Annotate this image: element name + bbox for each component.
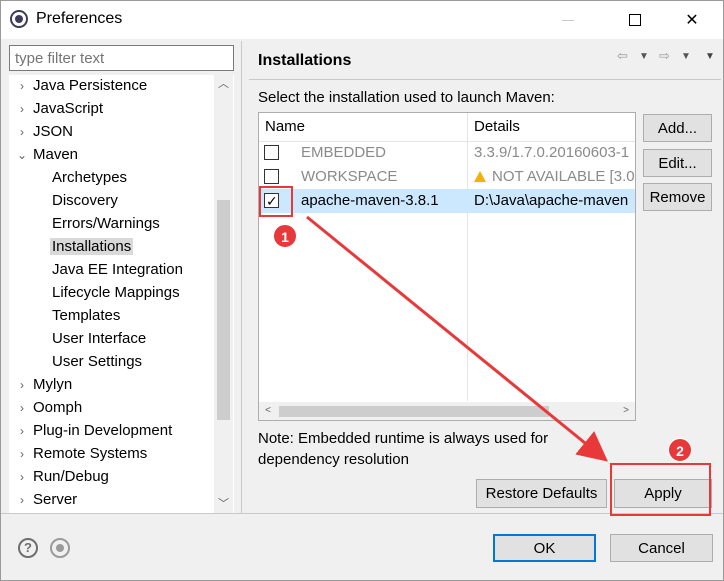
tree-item-java-ee-integration[interactable]: Java EE Integration (52, 259, 183, 281)
forward-menu-icon[interactable]: ▼ (681, 51, 691, 62)
row-checkbox[interactable] (264, 169, 279, 184)
table-row[interactable]: WORKSPACE NOT AVAILABLE [3.0 (259, 165, 635, 189)
edit-button[interactable]: Edit... (643, 149, 712, 177)
back-menu-icon[interactable]: ▼ (639, 51, 649, 62)
column-header-details[interactable]: Details (468, 113, 635, 141)
page-title: Installations (258, 52, 352, 69)
window-title: Preferences (36, 10, 123, 27)
chevron-right-icon[interactable]: › (17, 98, 27, 120)
tree-item-user-settings[interactable]: User Settings (52, 351, 142, 373)
tree-item-archetypes[interactable]: Archetypes (52, 167, 127, 189)
annotation-box-checkbox (259, 186, 293, 217)
annotation-step-2: 2 (668, 438, 692, 462)
tree-item-lifecycle-mappings[interactable]: Lifecycle Mappings (52, 282, 180, 304)
tree-item-templates[interactable]: Templates (52, 305, 120, 327)
chevron-right-icon[interactable]: › (17, 121, 27, 143)
close-icon: ✕ (685, 12, 699, 29)
chevron-right-icon[interactable]: › (17, 420, 27, 442)
column-header-name[interactable]: Name (259, 113, 468, 141)
remove-button[interactable]: Remove (643, 183, 712, 211)
minimize-icon (562, 19, 574, 21)
record-icon[interactable] (50, 538, 70, 558)
annotation-box-apply (610, 463, 711, 516)
maximize-icon (629, 14, 641, 26)
table-row[interactable]: EMBEDDED 3.3.9/1.7.0.20160603-1 (259, 141, 635, 165)
chevron-right-icon[interactable]: › (17, 374, 27, 396)
maximize-button[interactable] (612, 1, 658, 39)
scroll-down-icon[interactable]: ﹀ (214, 495, 233, 511)
minimize-button[interactable] (545, 1, 591, 39)
page-navigation: ⇦ ▼ ⇨ ▼ ▼ (613, 48, 723, 66)
title-bar: Preferences ✕ (1, 1, 723, 39)
header-separator (249, 79, 721, 80)
add-button[interactable]: Add... (643, 114, 712, 142)
installations-table: Name Details EMBEDDED 3.3.9/1.7.0.201606… (258, 112, 636, 421)
eclipse-icon (10, 10, 28, 28)
tree-item-installations[interactable]: Installations (50, 236, 134, 258)
annotation-step-1: 1 (273, 224, 297, 248)
tree-item-errors-warnings[interactable]: Errors/Warnings (52, 213, 160, 235)
table-hscrollbar[interactable]: < > (259, 402, 635, 420)
tree-item-user-interface[interactable]: User Interface (52, 328, 146, 350)
scroll-up-icon[interactable]: ︿ (214, 75, 233, 91)
chevron-down-icon[interactable]: ⌄ (17, 144, 27, 166)
scroll-left-icon[interactable]: < (259, 402, 277, 420)
chevron-right-icon[interactable]: › (17, 75, 27, 97)
chevron-right-icon[interactable]: › (17, 397, 27, 419)
scrollbar-thumb[interactable] (279, 406, 549, 417)
ok-button[interactable]: OK (493, 534, 596, 562)
row-checkbox[interactable] (264, 145, 279, 160)
view-menu-icon[interactable]: ▼ (705, 51, 715, 62)
help-icon[interactable]: ? (18, 538, 38, 558)
cancel-button[interactable]: Cancel (610, 534, 713, 562)
chevron-right-icon[interactable]: › (17, 466, 27, 488)
chevron-right-icon[interactable]: › (17, 443, 27, 465)
filter-input[interactable] (9, 45, 234, 71)
scroll-right-icon[interactable]: > (617, 402, 635, 420)
tree-scrollbar[interactable]: ︿ ﹀ (214, 75, 233, 513)
warning-icon (474, 171, 486, 182)
table-row[interactable]: apache-maven-3.8.1 D:\Java\apache-maven (259, 189, 635, 213)
back-arrow-icon[interactable]: ⇦ (617, 48, 628, 64)
preferences-window: Preferences ✕ ›Java Persistence ›JavaScr… (0, 0, 724, 581)
select-installation-label: Select the installation used to launch M… (258, 89, 555, 106)
scrollbar-thumb[interactable] (217, 200, 230, 420)
forward-arrow-icon[interactable]: ⇨ (659, 48, 670, 64)
close-button[interactable]: ✕ (669, 1, 715, 39)
preference-tree: › Java Persistence › JavaScript › JSON ⌄ Mav… (9, 75, 234, 513)
restore-defaults-button[interactable]: Restore Defaults (476, 479, 607, 508)
tree-item-discovery[interactable]: Discovery (52, 190, 118, 212)
chevron-right-icon[interactable]: › (17, 489, 27, 511)
embedded-runtime-note: Note: Embedded runtime is always used fo… (258, 430, 549, 468)
panel-divider[interactable] (241, 41, 242, 513)
